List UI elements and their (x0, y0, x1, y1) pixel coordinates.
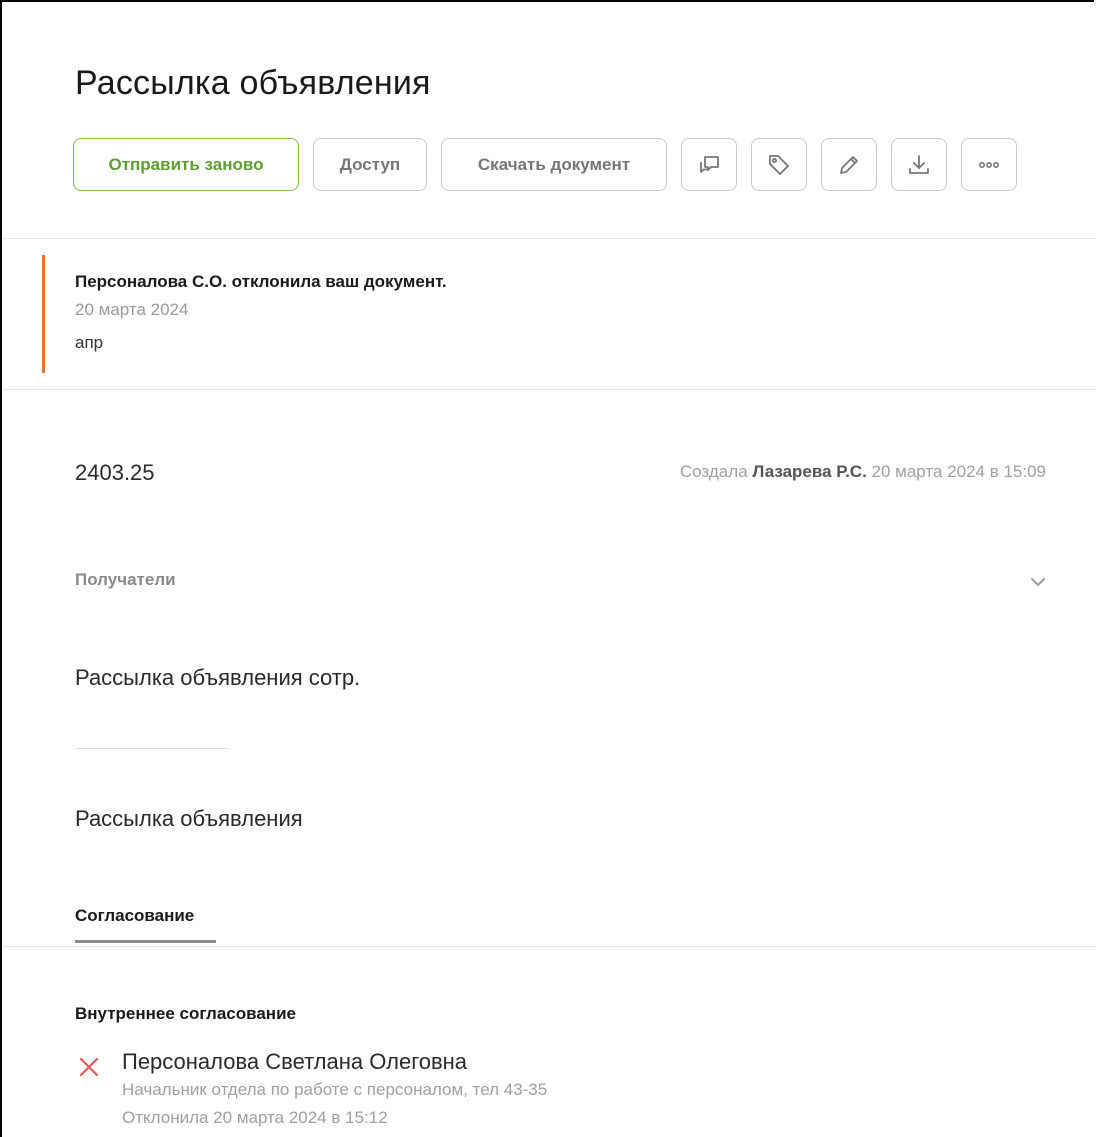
tab-approval[interactable]: Согласование (75, 906, 194, 926)
tag-button[interactable] (751, 138, 807, 191)
header-divider (2, 238, 1096, 239)
created-info: Создала Лазарева Р.С. 20 марта 2024 в 15… (680, 462, 1046, 482)
recipients-value: Рассылка объявления сотр. (75, 665, 361, 690)
download-icon (909, 154, 929, 174)
page-title: Рассылка объявления (75, 64, 431, 102)
download-button[interactable] (891, 138, 947, 191)
approver-role: Начальник отдела по работе с персоналом,… (122, 1080, 548, 1099)
created-when: 20 марта 2024 в 15:09 (871, 462, 1046, 481)
document-number: 2403.25 (75, 460, 155, 485)
tab-active-indicator (75, 940, 216, 943)
tag-icon (769, 154, 789, 175)
access-button[interactable]: Доступ (313, 138, 427, 191)
comment-button[interactable] (681, 138, 737, 191)
approval-section-title: Внутреннее согласование (75, 1004, 296, 1023)
chevron-down-icon[interactable] (1028, 572, 1048, 592)
tabs-divider (2, 946, 1096, 947)
download-document-button[interactable]: Скачать документ (441, 138, 667, 191)
comment-icon (700, 155, 719, 173)
reject-icon (79, 1057, 99, 1077)
recipients-label[interactable]: Получатели (75, 570, 176, 590)
notice-comment: апр (75, 333, 104, 352)
edit-icon (840, 155, 858, 174)
resend-button[interactable]: Отправить заново (73, 138, 299, 191)
created-author[interactable]: Лазарева Р.С. (752, 462, 866, 481)
notice-accent-bar (42, 255, 45, 373)
approver-name: Персоналова Светлана Олеговна (122, 1049, 468, 1074)
more-button[interactable] (961, 138, 1017, 191)
notice-title: Персоналова С.О. отклонила ваш документ. (75, 272, 447, 291)
document-description: Рассылка объявления (75, 806, 303, 831)
edit-button[interactable] (821, 138, 877, 191)
approver-status: Отклонила 20 марта 2024 в 15:12 (122, 1108, 388, 1127)
more-icon (978, 161, 999, 168)
created-prefix: Создала (679, 462, 748, 481)
notice-date: 20 марта 2024 (75, 300, 189, 319)
content-separator (75, 748, 227, 749)
toolbar: Отправить заново Доступ Скачать документ (73, 137, 1031, 192)
notice-divider (2, 389, 1096, 390)
